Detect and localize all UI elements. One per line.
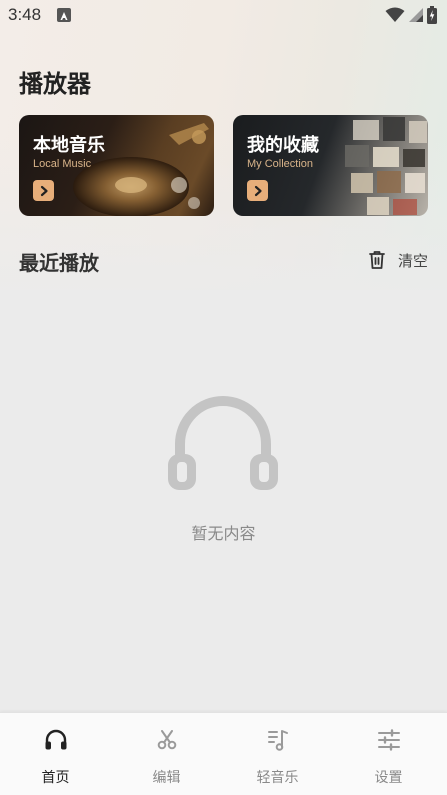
nav-item-settings[interactable]: 设置 xyxy=(333,713,444,795)
status-time: 3:48 xyxy=(8,5,42,24)
local-music-subtitle: Local Music xyxy=(33,158,92,170)
nav-label-light-music: 轻音乐 xyxy=(256,770,299,786)
nav-label-settings: 设置 xyxy=(374,770,403,786)
local-music-arrow-button[interactable] xyxy=(33,180,54,201)
sliders-icon xyxy=(377,729,400,751)
nav-item-light-music[interactable]: 轻音乐 xyxy=(222,713,333,795)
nav-item-edit[interactable]: 编辑 xyxy=(111,713,222,795)
nav-item-home[interactable]: 首页 xyxy=(0,713,111,795)
my-collection-card[interactable]: 我的收藏 My Collection xyxy=(233,115,428,216)
nav-label-edit: 编辑 xyxy=(152,770,181,786)
chevron-right-icon xyxy=(40,185,48,196)
empty-state-text: 暂无内容 xyxy=(191,524,256,543)
recent-section-title: 最近播放 xyxy=(19,251,99,275)
music-list-icon xyxy=(267,730,288,751)
scissors-icon xyxy=(157,730,176,750)
wifi-icon xyxy=(385,7,405,27)
battery-icon xyxy=(427,6,437,28)
local-music-card[interactable]: 本地音乐 Local Music xyxy=(19,115,214,216)
my-collection-arrow-button[interactable] xyxy=(247,180,268,201)
my-collection-title: 我的收藏 xyxy=(247,135,319,156)
local-music-title: 本地音乐 xyxy=(33,135,105,156)
status-bar: 3:48 xyxy=(0,0,447,32)
page-title: 播放器 xyxy=(19,70,91,98)
clear-button[interactable]: 清空 xyxy=(368,248,428,272)
chevron-right-icon xyxy=(254,185,262,196)
my-collection-subtitle: My Collection xyxy=(247,158,314,170)
nav-label-home: 首页 xyxy=(41,770,70,786)
trash-icon xyxy=(369,251,385,269)
signal-icon xyxy=(408,7,424,27)
bottom-navigation: 首页 编辑 轻音乐 设置 xyxy=(0,712,447,795)
empty-headphones-icon xyxy=(166,392,280,496)
status-icons xyxy=(385,6,437,28)
headphones-icon xyxy=(45,729,66,750)
clear-label: 清空 xyxy=(398,251,429,270)
notification-icon xyxy=(57,8,71,22)
